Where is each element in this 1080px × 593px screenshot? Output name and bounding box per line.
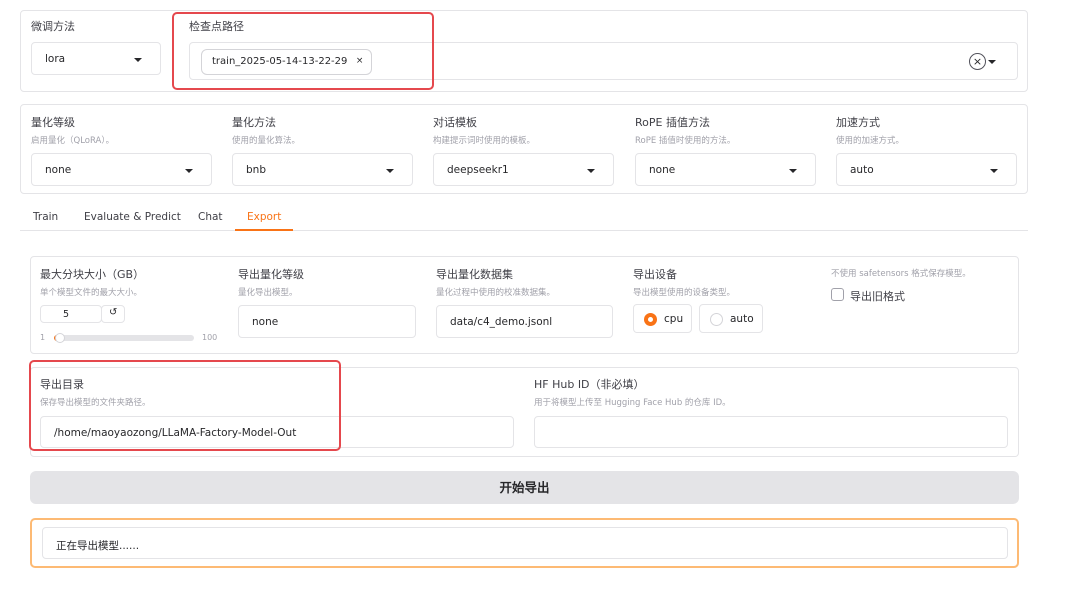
- slider-max: 100: [202, 333, 218, 342]
- quant-bit-select[interactable]: none: [31, 153, 212, 186]
- device-cpu-label: cpu: [664, 313, 684, 325]
- quant-method-value: bnb: [246, 164, 266, 176]
- export-dir-value: /home/maoyaozong/LLaMA-Factory-Model-Out: [54, 427, 297, 439]
- template-value: deepseekr1: [447, 164, 509, 176]
- export-dir-info: 保存导出模型的文件夹路径。: [40, 398, 151, 408]
- chevron-down-icon: [587, 169, 595, 173]
- reset-button[interactable]: ↺: [101, 305, 125, 323]
- export-quant-bit-label: 导出量化等级: [238, 268, 304, 281]
- max-shard-slider[interactable]: [54, 333, 194, 343]
- quant-bit-info: 启用量化（QLoRA）。: [31, 136, 115, 146]
- legacy-checkbox[interactable]: [831, 288, 844, 301]
- start-export-button[interactable]: 开始导出: [30, 471, 1019, 504]
- booster-value: auto: [850, 164, 874, 176]
- reset-icon: ↺: [109, 307, 118, 318]
- device-option-cpu[interactable]: cpu: [633, 304, 692, 333]
- hub-id-info: 用于将模型上传至 Hugging Face Hub 的仓库 ID。: [534, 398, 731, 408]
- chevron-down-icon: [134, 58, 142, 62]
- device-auto-label: auto: [730, 313, 754, 325]
- hub-id-label: HF Hub ID（非必填）: [534, 378, 645, 391]
- booster-label: 加速方式: [836, 116, 880, 129]
- tab-chat[interactable]: Chat: [198, 211, 223, 223]
- chevron-down-icon: [990, 169, 998, 173]
- export-quant-bit-info: 量化导出模型。: [238, 288, 298, 298]
- output-text: 正在导出模型......: [56, 540, 140, 552]
- quant-method-info: 使用的量化算法。: [232, 136, 301, 146]
- template-select[interactable]: deepseekr1: [433, 153, 614, 186]
- tab-export-underline: [235, 229, 293, 231]
- export-quant-bit-value: none: [252, 316, 279, 328]
- export-device-label: 导出设备: [633, 268, 677, 281]
- legacy-info: 不使用 safetensors 格式保存模型。: [831, 269, 971, 279]
- export-quant-dataset-input[interactable]: data/c4_demo.jsonl: [436, 305, 613, 338]
- max-shard-info: 单个模型文件的最大大小。: [40, 288, 143, 298]
- export-quant-dataset-value: data/c4_demo.jsonl: [450, 316, 553, 328]
- checkpoint-select[interactable]: train_2025-05-14-13-22-29 × ×: [189, 42, 1018, 80]
- finetune-value: lora: [45, 53, 66, 65]
- radio-checked-icon: [644, 313, 657, 326]
- booster-info: 使用的加速方式。: [836, 136, 905, 146]
- template-label: 对话模板: [433, 116, 477, 129]
- export-quant-dataset-info: 量化过程中使用的校准数据集。: [436, 288, 556, 298]
- tab-export[interactable]: Export: [247, 211, 281, 223]
- output-box: 正在导出模型......: [42, 527, 1008, 559]
- slider-min: 1: [40, 333, 46, 342]
- quant-bit-label: 量化等级: [31, 116, 75, 129]
- rope-info: RoPE 插值时使用的方法。: [635, 136, 736, 146]
- rope-select[interactable]: none: [635, 153, 816, 186]
- chevron-down-icon[interactable]: [988, 60, 996, 64]
- rope-label: RoPE 插值方法: [635, 116, 710, 129]
- clear-icon[interactable]: ×: [969, 53, 986, 70]
- chevron-down-icon: [185, 169, 193, 173]
- tab-bar: [20, 230, 1028, 231]
- quant-bit-value: none: [45, 164, 72, 176]
- quant-method-select[interactable]: bnb: [232, 153, 413, 186]
- tab-train[interactable]: Train: [33, 211, 58, 223]
- rope-value: none: [649, 164, 676, 176]
- export-quant-dataset-label: 导出量化数据集: [436, 268, 513, 281]
- checkpoint-tag-text: train_2025-05-14-13-22-29: [212, 56, 348, 67]
- template-info: 构建提示词时使用的模板。: [433, 136, 536, 146]
- hub-id-input[interactable]: [534, 416, 1008, 448]
- device-option-auto[interactable]: auto: [699, 304, 763, 333]
- tag-close-icon[interactable]: ×: [356, 56, 364, 67]
- checkpoint-label: 检查点路径: [189, 20, 244, 33]
- checkpoint-tag: train_2025-05-14-13-22-29 ×: [201, 49, 373, 75]
- max-shard-input[interactable]: 5: [40, 305, 102, 323]
- slider-thumb[interactable]: [55, 333, 65, 343]
- max-shard-label: 最大分块大小（GB）: [40, 268, 145, 281]
- chevron-down-icon: [789, 169, 797, 173]
- max-shard-value: 5: [63, 309, 70, 320]
- finetune-select[interactable]: lora: [31, 42, 161, 75]
- export-dir-input[interactable]: /home/maoyaozong/LLaMA-Factory-Model-Out: [40, 416, 514, 448]
- tab-evaluate[interactable]: Evaluate & Predict: [84, 211, 181, 223]
- quant-method-label: 量化方法: [232, 116, 276, 129]
- export-dir-label: 导出目录: [40, 378, 84, 391]
- export-device-info: 导出模型使用的设备类型。: [633, 288, 736, 298]
- start-export-label: 开始导出: [499, 480, 550, 495]
- booster-select[interactable]: auto: [836, 153, 1017, 186]
- output-panel: 正在导出模型......: [30, 518, 1019, 568]
- finetune-label: 微调方法: [31, 20, 75, 33]
- chevron-down-icon: [386, 169, 394, 173]
- export-quant-bit-input[interactable]: none: [238, 305, 416, 338]
- legacy-label[interactable]: 导出旧格式: [850, 288, 905, 304]
- radio-unchecked-icon: [710, 313, 723, 326]
